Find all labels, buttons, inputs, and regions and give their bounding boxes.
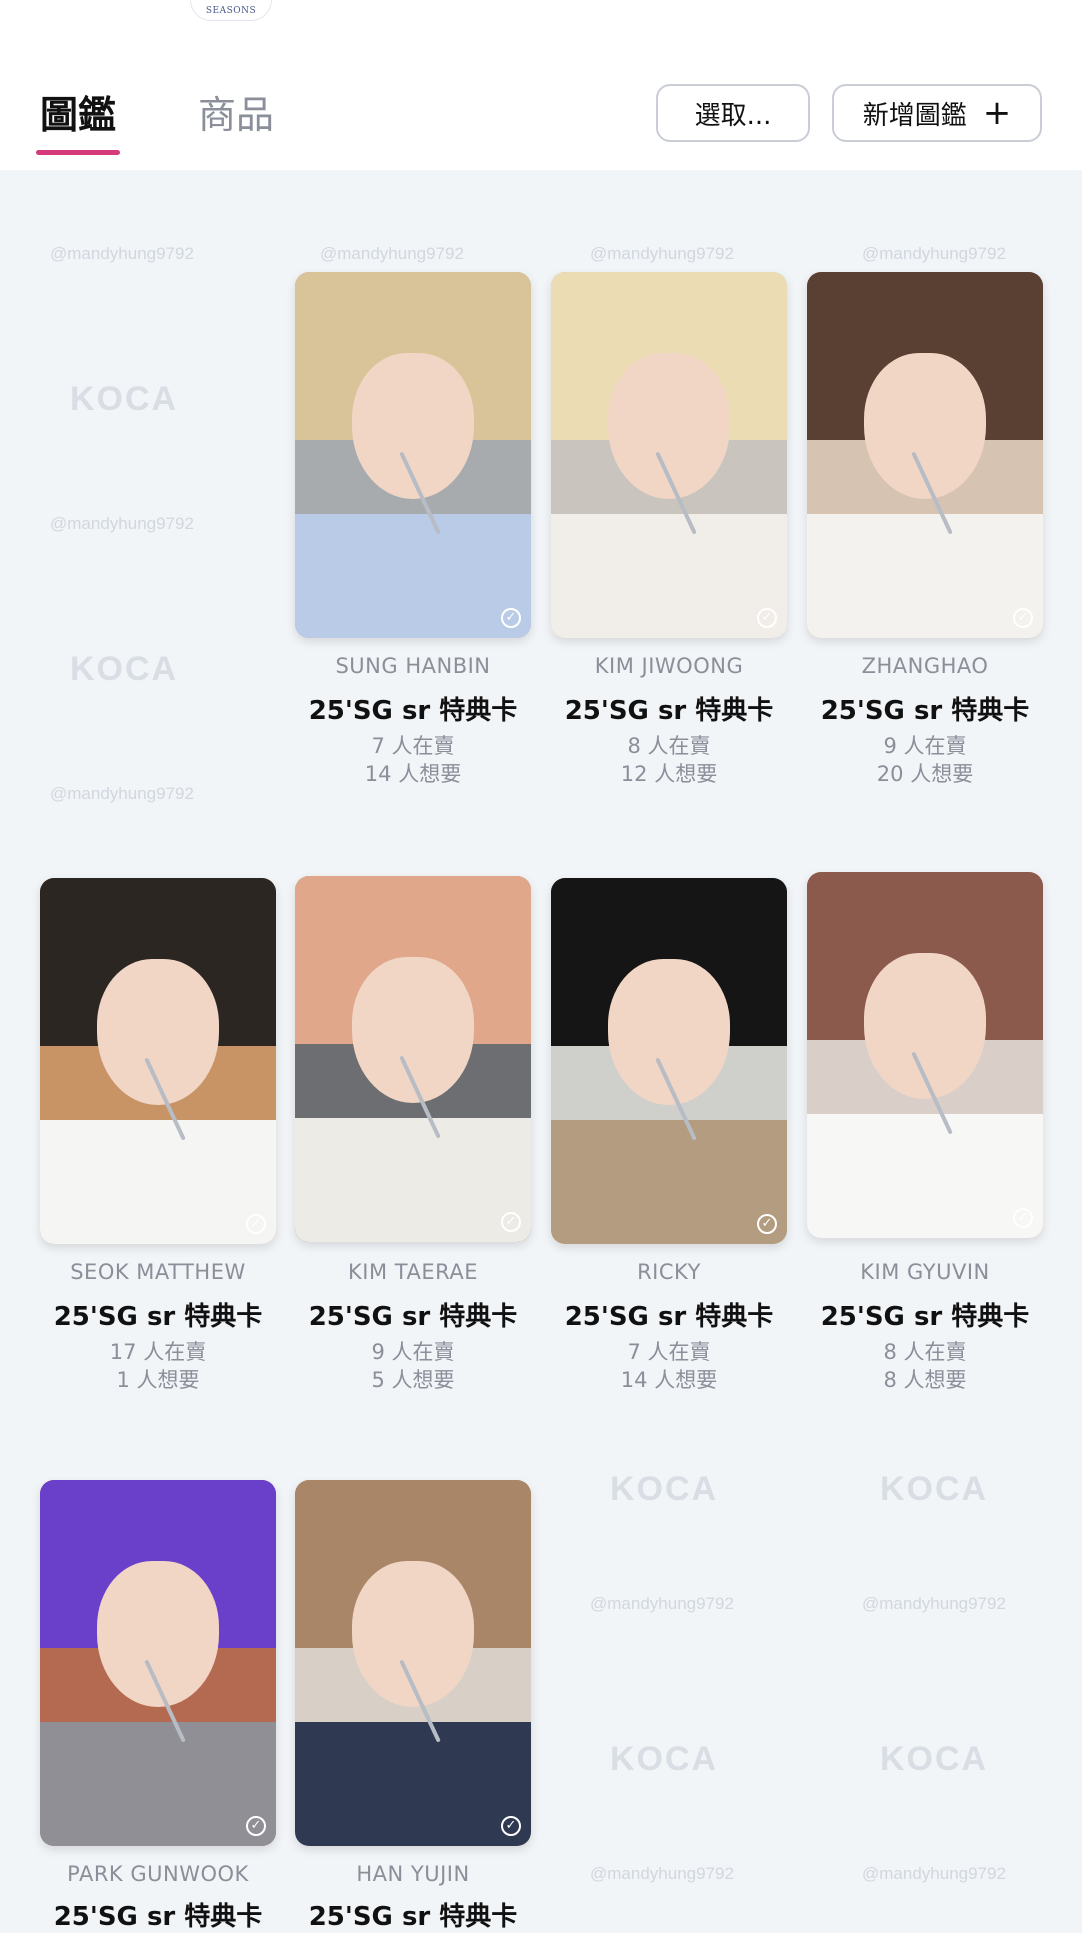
watermark-handle: @mandyhung9792 — [320, 244, 464, 263]
card-photo — [295, 272, 531, 638]
card-photo — [807, 872, 1043, 1238]
card-title: 25'SG sr 特典卡 — [564, 1302, 774, 1332]
check-circle-icon[interactable]: ✓ — [501, 1212, 521, 1232]
card-member-name: ZHANGHAO — [861, 654, 989, 678]
app-logo: SEASONS — [190, 0, 272, 21]
card-wanted-count: 14 人想要 — [620, 1368, 718, 1392]
card-member-name: RICKY — [637, 1260, 701, 1284]
card-title: 25'SG sr 特典卡 — [820, 696, 1030, 726]
watermark-logo: KOCA — [70, 380, 179, 418]
card-wanted-count: 20 人想要 — [876, 762, 974, 786]
check-circle-icon[interactable]: ✓ — [501, 608, 521, 628]
photocard-kim-gyuvin[interactable]: ✓ — [807, 872, 1043, 1238]
photocard-kim-taerae[interactable]: ✓ — [295, 876, 531, 1242]
check-circle-icon[interactable]: ✓ — [1013, 1208, 1033, 1228]
check-circle-icon[interactable]: ✓ — [757, 608, 777, 628]
photocard-sung-hanbin[interactable]: ✓ — [295, 272, 531, 638]
card-wanted-count: 1 人想要 — [116, 1368, 200, 1392]
add-collection-button[interactable]: 新增圖鑑 + — [832, 84, 1042, 142]
card-selling-count: 7 人在賣 — [371, 734, 455, 758]
watermark-logo: KOCA — [880, 1470, 989, 1508]
card-selling-count: 7 人在賣 — [627, 1340, 711, 1364]
photocard-park-gunwook[interactable]: ✓ — [40, 1480, 276, 1846]
card-photo — [551, 272, 787, 638]
card-title: 25'SG sr 特典卡 — [308, 696, 518, 726]
card-member-name: KIM TAERAE — [348, 1260, 478, 1284]
card-selling-count: 8 人在賣 — [627, 734, 711, 758]
tab-active-indicator — [36, 150, 120, 155]
card-selling-count: 17 人在賣 — [109, 1340, 207, 1364]
card-photo — [807, 272, 1043, 638]
card-photo — [295, 876, 531, 1242]
card-title: 25'SG sr 特典卡 — [53, 1302, 263, 1332]
top-bar: SEASONS 圖鑑 商品 選取... 新增圖鑑 + — [0, 0, 1082, 170]
watermark-logo: KOCA — [610, 1740, 719, 1778]
card-member-name: KIM JIWOONG — [594, 654, 744, 678]
card-member-name: SUNG HANBIN — [335, 654, 491, 678]
card-title: 25'SG sr 特典卡 — [308, 1302, 518, 1332]
watermark-handle: @mandyhung9792 — [50, 514, 194, 533]
select-button[interactable]: 選取... — [656, 84, 810, 142]
photocard-ricky[interactable]: ✓ — [551, 878, 787, 1244]
card-title: 25'SG sr 特典卡 — [564, 696, 774, 726]
card-title: 25'SG sr 特典卡 — [820, 1302, 1030, 1332]
watermark-handle: @mandyhung9792 — [862, 1864, 1006, 1883]
card-title: 25'SG sr 特典卡 — [308, 1902, 518, 1932]
card-member-name: KIM GYUVIN — [860, 1260, 990, 1284]
watermark-logo: KOCA — [610, 1470, 719, 1508]
watermark-handle: @mandyhung9792 — [50, 244, 194, 263]
watermark-handle: @mandyhung9792 — [590, 244, 734, 263]
watermark-handle: @mandyhung9792 — [590, 1864, 734, 1883]
watermark-handle: @mandyhung9792 — [590, 1594, 734, 1613]
photocard-han-yujin[interactable]: ✓ — [295, 1480, 531, 1846]
watermark-handle: @mandyhung9792 — [50, 784, 194, 803]
check-circle-icon[interactable]: ✓ — [757, 1214, 777, 1234]
card-member-name: HAN YUJIN — [356, 1862, 470, 1886]
card-photo — [40, 1480, 276, 1846]
watermark-handle: @mandyhung9792 — [862, 244, 1006, 263]
card-member-name: PARK GUNWOOK — [67, 1862, 249, 1886]
card-wanted-count: 5 人想要 — [371, 1368, 455, 1392]
card-selling-count: 8 人在賣 — [883, 1340, 967, 1364]
watermark-handle: @mandyhung9792 — [862, 1594, 1006, 1613]
check-circle-icon[interactable]: ✓ — [501, 1816, 521, 1836]
card-member-name: SEOK MATTHEW — [70, 1260, 246, 1284]
card-photo — [551, 878, 787, 1244]
card-selling-count: 9 人在賣 — [883, 734, 967, 758]
watermark-logo: KOCA — [880, 1740, 989, 1778]
plus-icon: + — [982, 93, 1012, 133]
card-photo — [295, 1480, 531, 1846]
select-button-label: 選取... — [694, 100, 772, 131]
photocard-zhanghao[interactable]: ✓ — [807, 272, 1043, 638]
card-title: 25'SG sr 特典卡 — [53, 1902, 263, 1932]
watermark-logo: KOCA — [70, 650, 179, 688]
add-collection-label: 新增圖鑑 — [862, 100, 967, 131]
card-wanted-count: 8 人想要 — [883, 1368, 967, 1392]
photocard-kim-jiwoong[interactable]: ✓ — [551, 272, 787, 638]
card-selling-count: 9 人在賣 — [371, 1340, 455, 1364]
card-wanted-count: 12 人想要 — [620, 762, 718, 786]
photocard-seok-matthew[interactable]: ✓ — [40, 878, 276, 1244]
check-circle-icon[interactable]: ✓ — [246, 1214, 266, 1234]
tab-products[interactable]: 商品 — [198, 84, 274, 139]
check-circle-icon[interactable]: ✓ — [246, 1816, 266, 1836]
card-wanted-count: 14 人想要 — [364, 762, 462, 786]
tab-collection[interactable]: 圖鑑 — [40, 84, 116, 139]
card-photo — [40, 878, 276, 1244]
check-circle-icon[interactable]: ✓ — [1013, 608, 1033, 628]
